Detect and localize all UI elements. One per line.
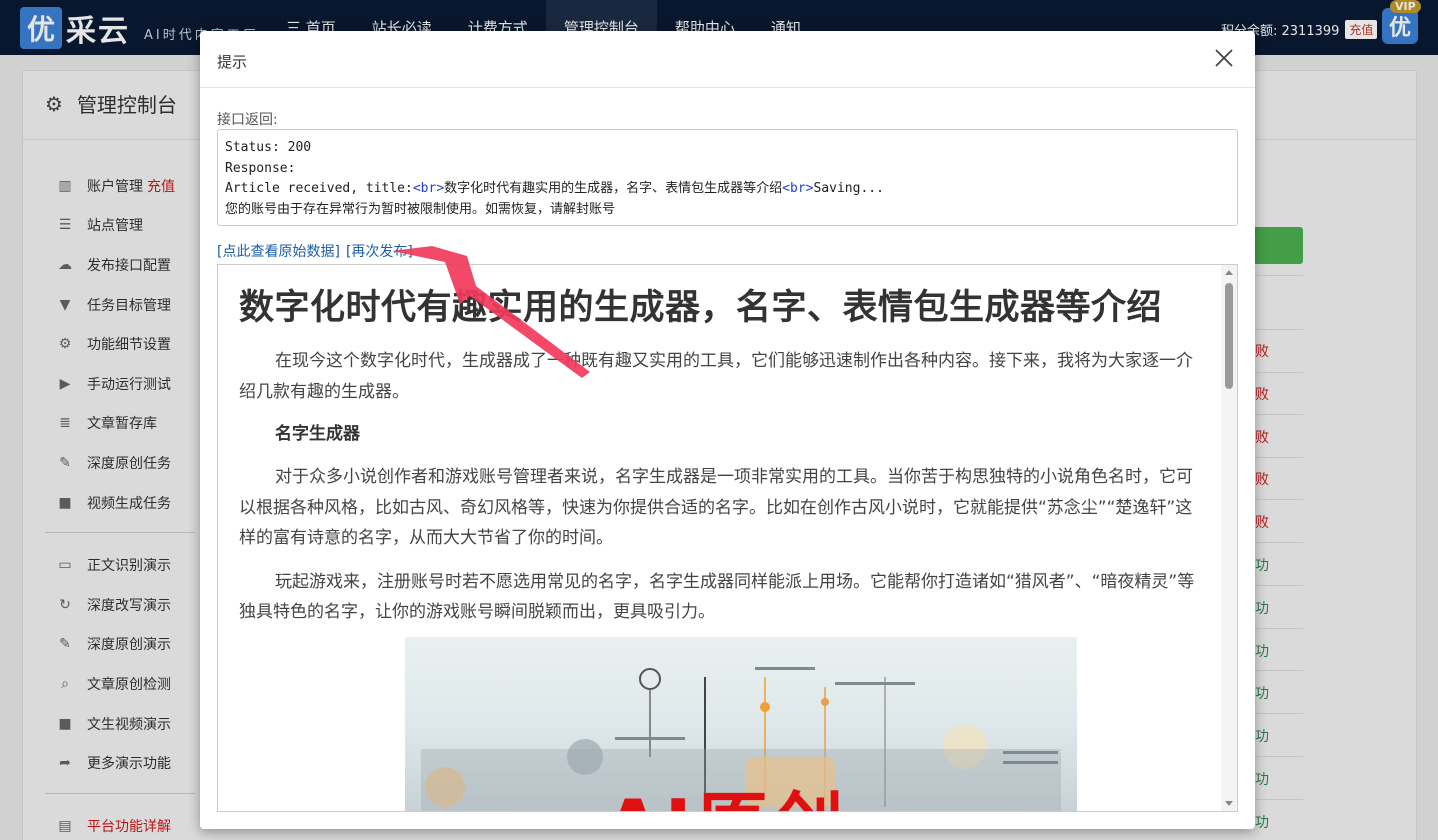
article-subheading: 名字生成器 <box>275 424 360 444</box>
response-label: 接口返回: <box>217 112 278 128</box>
article-paragraph: 在现今这个数字化时代，生成器成了一种既有趣又实用的工具，它们能够迅速制作出各种内… <box>239 351 1193 402</box>
close-icon[interactable] <box>1211 45 1237 71</box>
article-image: AI原创 <box>405 637 1077 811</box>
image-overlay-text: AI原创 <box>605 767 848 811</box>
response-article-title: 数字化时代有趣实用的生成器，名字、表情包生成器等介绍 <box>444 181 783 196</box>
response-article-line: Article received, title:<br>数字化时代有趣实用的生成… <box>225 179 1230 200</box>
br-tag: <br> <box>782 181 814 196</box>
response-account-message: 您的账号由于存在异常行为暂时被限制使用。如需恢复，请解封账号 <box>225 201 616 217</box>
response-article-prefix: Article received, title: <box>225 181 413 196</box>
response-header-line: Response: <box>225 160 296 176</box>
scroll-down-icon[interactable] <box>1225 801 1233 806</box>
scroll-thumb[interactable] <box>1225 283 1233 389</box>
view-raw-data-link[interactable]: [点此查看原始数据] <box>217 241 340 261</box>
article-scrollbar[interactable] <box>1221 265 1237 811</box>
response-saving: Saving... <box>813 181 884 196</box>
response-output[interactable]: Status: 200 Response: Article received, … <box>217 129 1238 226</box>
br-tag: <br> <box>412 181 445 196</box>
article-content: 数字化时代有趣实用的生成器，名字、表情包生成器等介绍 在现今这个数字化时代，生成… <box>239 265 1197 811</box>
modal-title: 提示 <box>217 53 248 71</box>
response-status-line: Status: 200 <box>225 140 312 155</box>
modal-dialog: 提示 接口返回: Status: 200 Response: Article r… <box>200 31 1255 829</box>
scroll-up-icon[interactable] <box>1225 270 1233 275</box>
article-title: 数字化时代有趣实用的生成器，名字、表情包生成器等介绍 <box>239 288 1163 328</box>
article-preview[interactable]: 数字化时代有趣实用的生成器，名字、表情包生成器等介绍 在现今这个数字化时代，生成… <box>217 264 1238 812</box>
article-paragraph: 玩起游戏来，注册账号时若不愿选用常见的名字，名字生成器同样能派上用场。它能帮你打… <box>239 571 1195 623</box>
modal-links: [点此查看原始数据] [再次发布] <box>217 241 413 261</box>
article-paragraph: 对于众多小说创作者和游戏账号管理者来说，名字生成器是一项非常实用的工具。当你苦于… <box>239 467 1193 548</box>
republish-link[interactable]: [再次发布] <box>346 241 413 261</box>
modal-header: 提示 <box>200 31 1255 88</box>
